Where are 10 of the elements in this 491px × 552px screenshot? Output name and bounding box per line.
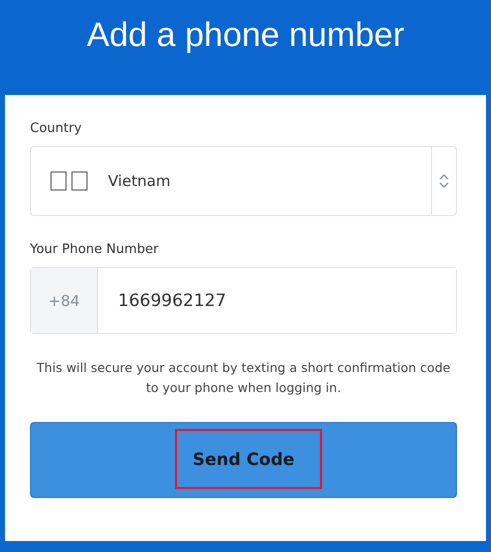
country-select[interactable]: Vietnam [30, 146, 457, 216]
country-code: +84 [31, 268, 98, 333]
page-title: Add a phone number [86, 15, 406, 56]
chevron-icon [439, 173, 449, 189]
send-code-button[interactable]: Send Code [30, 422, 457, 498]
field-label: Your Phone Number [30, 242, 160, 257]
field-label: Country [30, 121, 83, 136]
country-value: Vietnam [108, 172, 172, 190]
help-text: This will secure your account by texting a short confirmation code to your phone when logging in. [36, 359, 452, 397]
phone-field[interactable]: +84 1669962127 [30, 267, 457, 334]
